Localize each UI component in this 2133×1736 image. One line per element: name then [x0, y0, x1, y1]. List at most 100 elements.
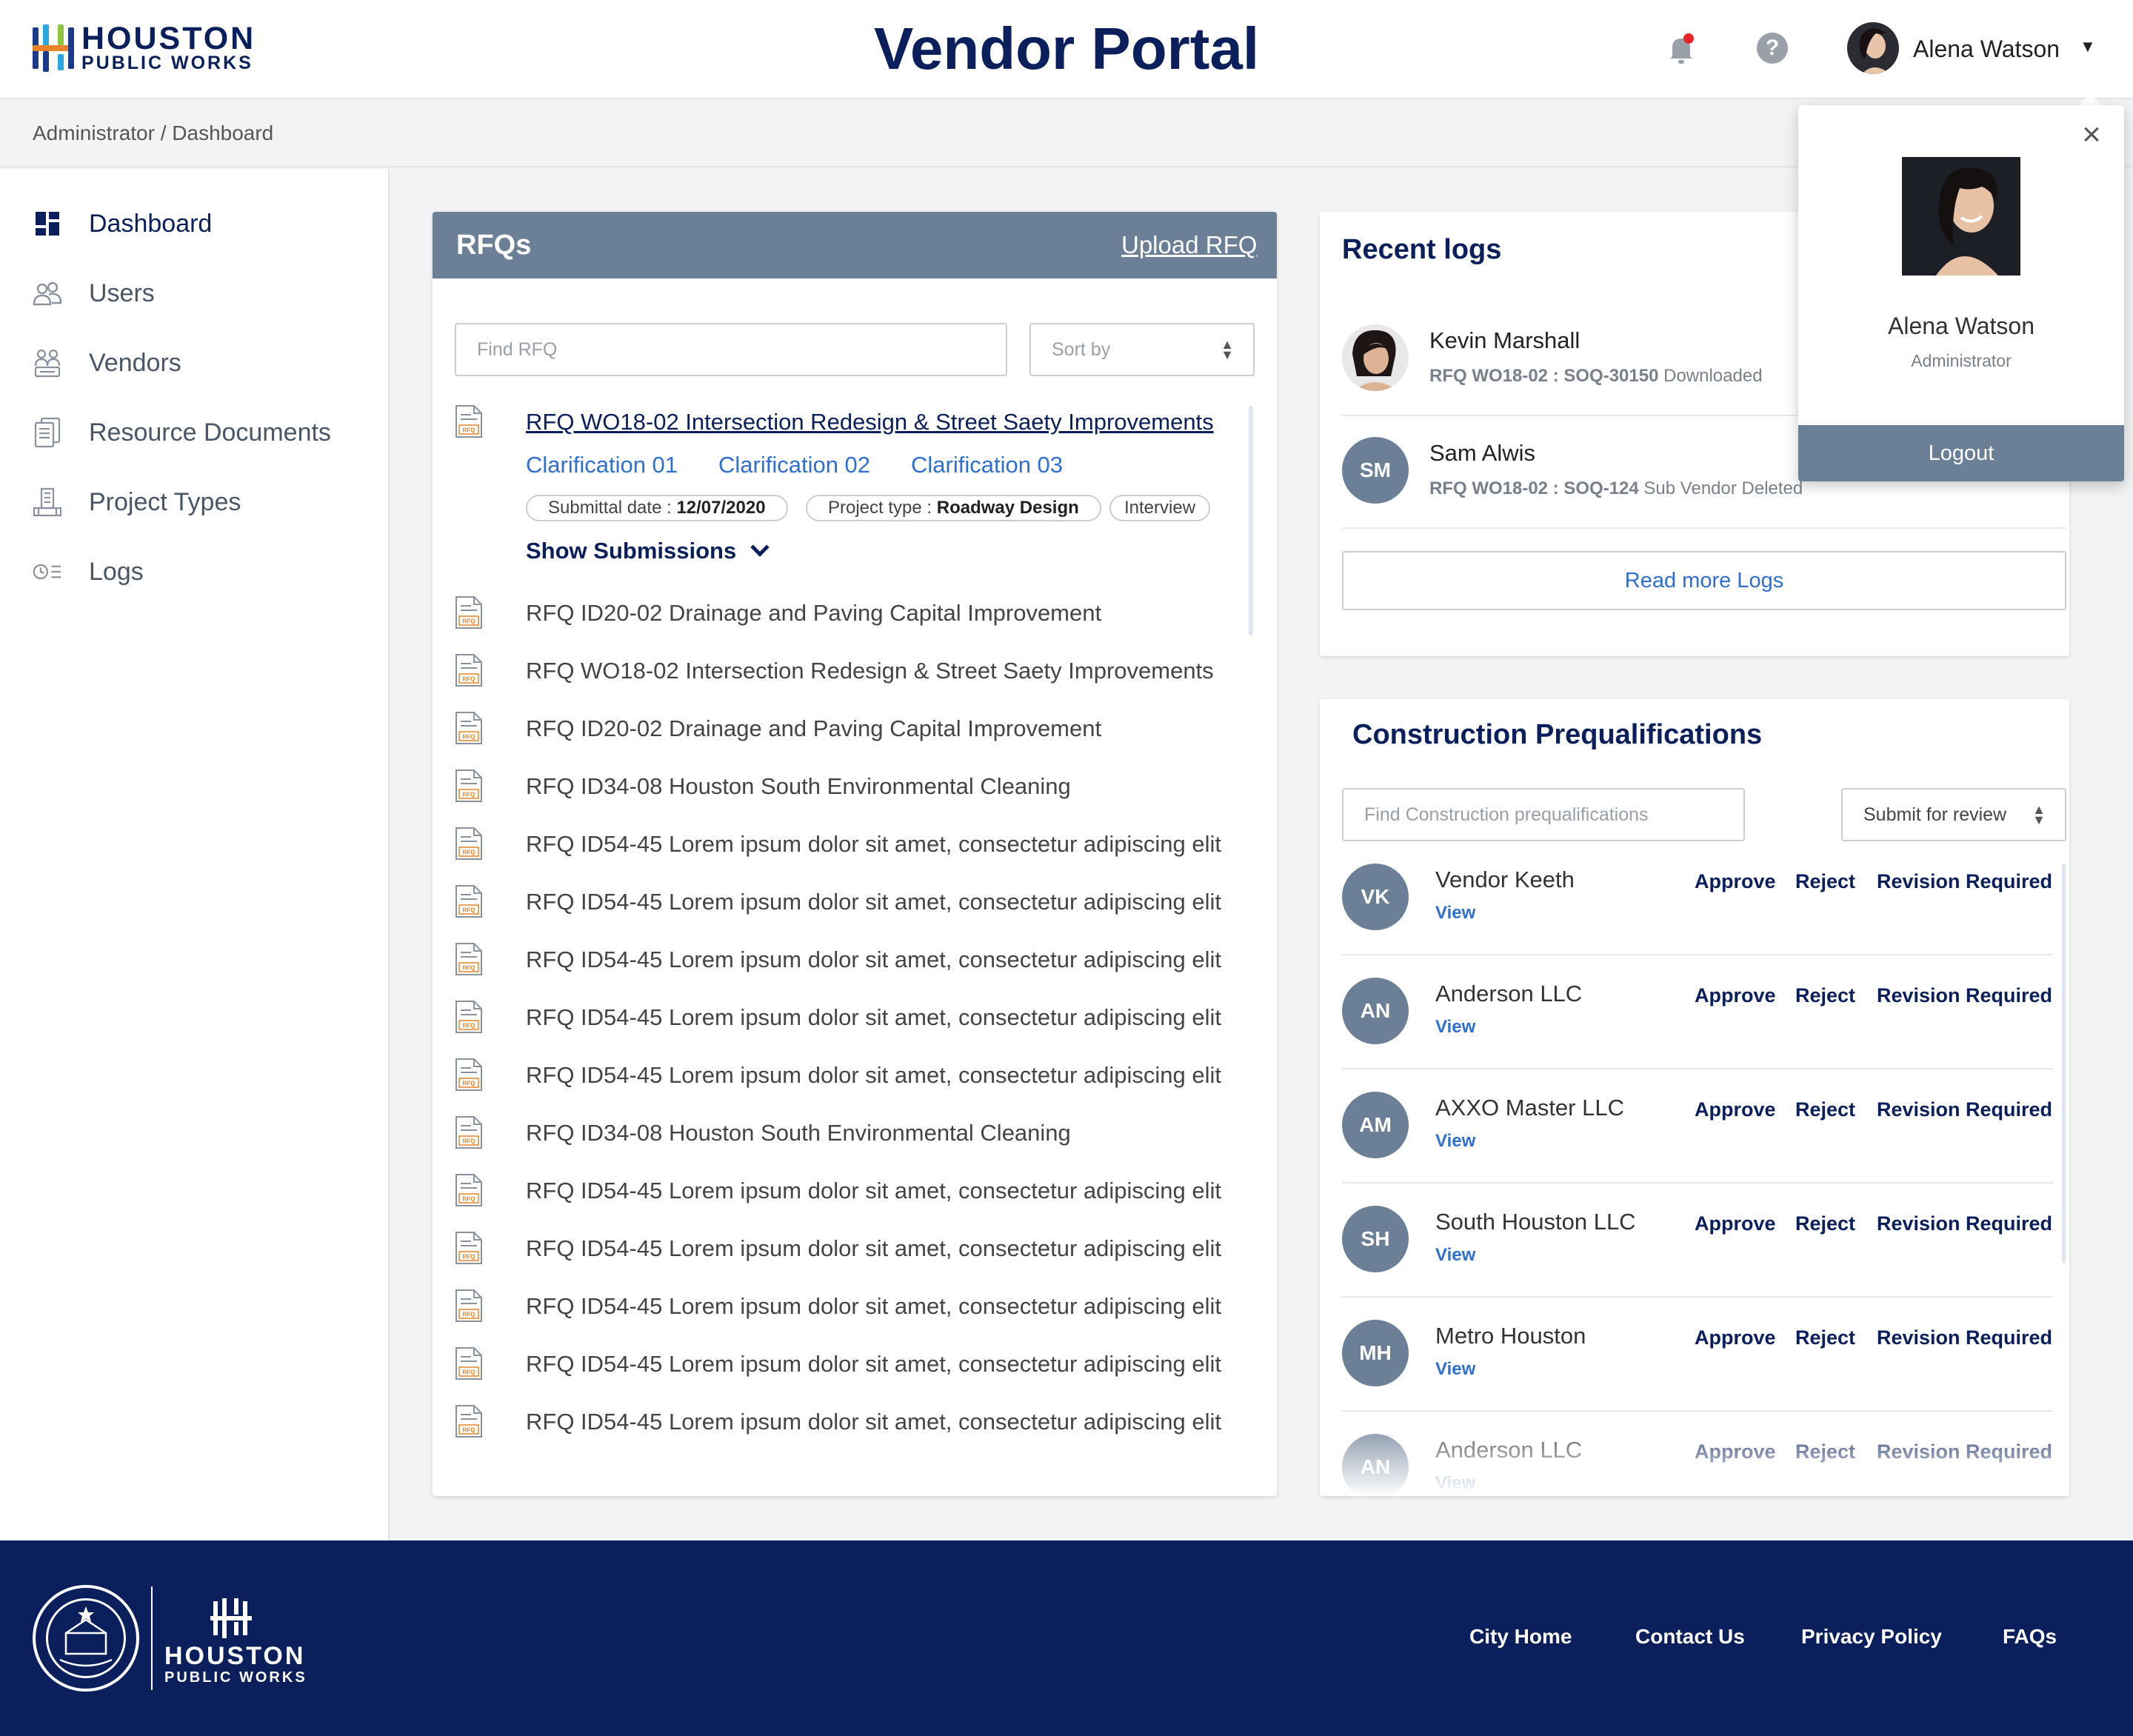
notification-dot — [1683, 33, 1694, 44]
view-link[interactable]: View — [1435, 902, 1475, 924]
clarification-link[interactable]: Clarification 03 — [911, 450, 1063, 480]
users-icon — [33, 278, 62, 308]
upload-rfq-link[interactable]: Upload RFQ — [1121, 230, 1257, 261]
sidebar-item-project-types[interactable]: Project Types — [33, 480, 241, 524]
rfq-document-icon: RFQ — [455, 884, 483, 918]
svg-text:RFQ: RFQ — [463, 1081, 475, 1087]
footer-logo-subtitle: PUBLIC WORKS — [164, 1669, 307, 1686]
view-link[interactable]: View — [1435, 1016, 1475, 1038]
rfq-document-icon: RFQ — [455, 942, 483, 976]
reject-button[interactable]: Reject — [1795, 1210, 1855, 1237]
svg-text:RFQ: RFQ — [463, 849, 475, 856]
rfq-list-item[interactable]: RFQ ID34-08 Houston South Environmental … — [526, 1118, 1071, 1148]
prequalifications-status-select[interactable]: Submit for review ▲ ▼ — [1841, 788, 2066, 841]
rfq-list-item[interactable]: RFQ ID54-45 Lorem ipsum dolor sit amet, … — [526, 1061, 1221, 1090]
svg-text:RFQ: RFQ — [463, 965, 475, 972]
popup-user-role: Administrator — [1911, 351, 2012, 370]
footer-link-contact-us[interactable]: Contact Us — [1635, 1623, 1745, 1650]
rfq-document-icon: RFQ — [455, 1115, 483, 1149]
rfq-document-icon: RFQ — [455, 769, 483, 803]
footer-link-faqs[interactable]: FAQs — [2003, 1623, 2057, 1650]
construction-prequalifications-panel: Construction Prequalifications Find Cons… — [1320, 699, 2069, 1496]
sidebar-item-users[interactable]: Users — [33, 271, 155, 316]
rfq-list-item[interactable]: RFQ ID54-45 Lorem ipsum dolor sit amet, … — [526, 1349, 1221, 1379]
rfq-list-item[interactable]: RFQ ID54-45 Lorem ipsum dolor sit amet, … — [526, 1407, 1221, 1437]
svg-text:RFQ: RFQ — [463, 734, 475, 741]
footer-link-privacy-policy[interactable]: Privacy Policy — [1801, 1623, 1942, 1650]
rfq-list-item[interactable]: RFQ WO18-02 Intersection Redesign & Stre… — [526, 656, 1214, 686]
approve-button[interactable]: Approve — [1695, 1324, 1776, 1351]
reject-button[interactable]: Reject — [1795, 1324, 1855, 1351]
avatar: AM — [1342, 1092, 1409, 1158]
rfq-panel-title: RFQs — [456, 230, 532, 261]
revision-required-button[interactable]: Revision Required — [1877, 982, 2052, 1009]
chevron-down-icon[interactable]: ▼ — [2080, 37, 2096, 56]
city-of-houston-seal-icon[interactable] — [33, 1585, 139, 1692]
revision-required-button[interactable]: Revision Required — [1877, 1210, 2052, 1237]
show-submissions-button[interactable]: Show Submissions — [526, 536, 770, 566]
bell-icon[interactable] — [1666, 33, 1696, 65]
rfq-document-icon: RFQ — [455, 1346, 483, 1381]
log-reference: RFQ WO18-02 : SOQ-124 — [1429, 478, 1639, 498]
project-type-label: Project type : — [828, 498, 932, 518]
view-link[interactable]: View — [1435, 1244, 1475, 1266]
log-description: RFQ WO18-02 : SOQ-124 Sub Vendor Deleted — [1429, 477, 1803, 501]
avatar: MH — [1342, 1320, 1409, 1386]
interview-tag: Interview — [1109, 495, 1211, 521]
top-header: HOUSTON PUBLIC WORKS Vendor Portal ? Ale… — [0, 0, 2133, 99]
reject-button[interactable]: Reject — [1795, 982, 1855, 1009]
sidebar-item-resource-documents[interactable]: Resource Documents — [33, 410, 331, 455]
user-name[interactable]: Alena Watson — [1913, 34, 2060, 64]
avatar: AN — [1342, 978, 1409, 1044]
revision-required-button[interactable]: Revision Required — [1877, 1324, 2052, 1351]
user-avatar[interactable] — [1847, 22, 1899, 74]
read-more-logs-button[interactable]: Read more Logs — [1342, 551, 2066, 610]
svg-text:RFQ: RFQ — [463, 1312, 475, 1318]
sidebar-item-logs[interactable]: Logs — [33, 550, 144, 594]
footer-link-city-home[interactable]: City Home — [1469, 1623, 1572, 1650]
prequalifications-search-input[interactable]: Find Construction prequalifications — [1342, 788, 1745, 841]
revision-required-button[interactable]: Revision Required — [1877, 1096, 2052, 1123]
rfq-list-item[interactable]: RFQ ID34-08 Houston South Environmental … — [526, 772, 1071, 801]
chevron-down-icon — [750, 538, 770, 557]
rfq-list-item[interactable]: RFQ ID54-45 Lorem ipsum dolor sit amet, … — [526, 1176, 1221, 1206]
logout-button[interactable]: Logout — [1798, 425, 2124, 481]
view-link[interactable]: View — [1435, 1358, 1475, 1381]
approve-button[interactable]: Approve — [1695, 1096, 1776, 1123]
close-icon[interactable]: × — [2078, 118, 2105, 151]
approve-button[interactable]: Approve — [1695, 982, 1776, 1009]
approve-button[interactable]: Approve — [1695, 868, 1776, 895]
rfq-list-item[interactable]: RFQ ID20-02 Drainage and Paving Capital … — [526, 714, 1101, 744]
rfq-search-input[interactable]: Find RFQ — [455, 323, 1007, 376]
sidebar-item-dashboard[interactable]: Dashboard — [33, 201, 212, 246]
prequalifications-scrollbar[interactable] — [2062, 864, 2066, 1263]
clarification-link[interactable]: Clarification 01 — [526, 450, 678, 480]
revision-required-button[interactable]: Revision Required — [1877, 868, 2052, 895]
sort-arrows-icon: ▲ ▼ — [1221, 337, 1234, 362]
rfq-scrollbar[interactable] — [1249, 406, 1253, 635]
reject-button[interactable]: Reject — [1795, 1096, 1855, 1123]
svg-text:RFQ: RFQ — [463, 427, 475, 434]
rfq-list-item[interactable]: RFQ ID54-45 Lorem ipsum dolor sit amet, … — [526, 1234, 1221, 1263]
help-icon[interactable]: ? — [1757, 33, 1788, 64]
clarification-link[interactable]: Clarification 02 — [718, 450, 870, 480]
view-link[interactable]: View — [1435, 1130, 1475, 1152]
rfq-list-item[interactable]: RFQ ID54-45 Lorem ipsum dolor sit amet, … — [526, 829, 1221, 859]
avatar — [1342, 324, 1409, 391]
reject-button[interactable]: Reject — [1795, 868, 1855, 895]
svg-text:RFQ: RFQ — [463, 676, 475, 683]
sidebar-item-vendors[interactable]: Vendors — [33, 341, 181, 385]
sidebar: Dashboard Users Vendors Resource Documen… — [0, 169, 390, 1540]
avatar: SH — [1342, 1206, 1409, 1272]
rfq-list-item[interactable]: RFQ ID54-45 Lorem ipsum dolor sit amet, … — [526, 945, 1221, 975]
rfq-list-item[interactable]: RFQ ID20-02 Drainage and Paving Capital … — [526, 598, 1101, 628]
vendors-icon — [33, 348, 62, 378]
rfq-sort-select[interactable]: Sort by ▲ ▼ — [1029, 323, 1255, 376]
logs-icon — [33, 557, 62, 587]
rfq-expanded-title[interactable]: RFQ WO18-02 Intersection Redesign & Stre… — [526, 407, 1214, 437]
footer-houston-public-works-logo[interactable]: HOUSTON PUBLIC WORKS — [164, 1598, 307, 1686]
approve-button[interactable]: Approve — [1695, 1210, 1776, 1237]
rfq-list-item[interactable]: RFQ ID54-45 Lorem ipsum dolor sit amet, … — [526, 1292, 1221, 1321]
rfq-list-item[interactable]: RFQ ID54-45 Lorem ipsum dolor sit amet, … — [526, 1003, 1221, 1032]
rfq-list-item[interactable]: RFQ ID54-45 Lorem ipsum dolor sit amet, … — [526, 887, 1221, 917]
